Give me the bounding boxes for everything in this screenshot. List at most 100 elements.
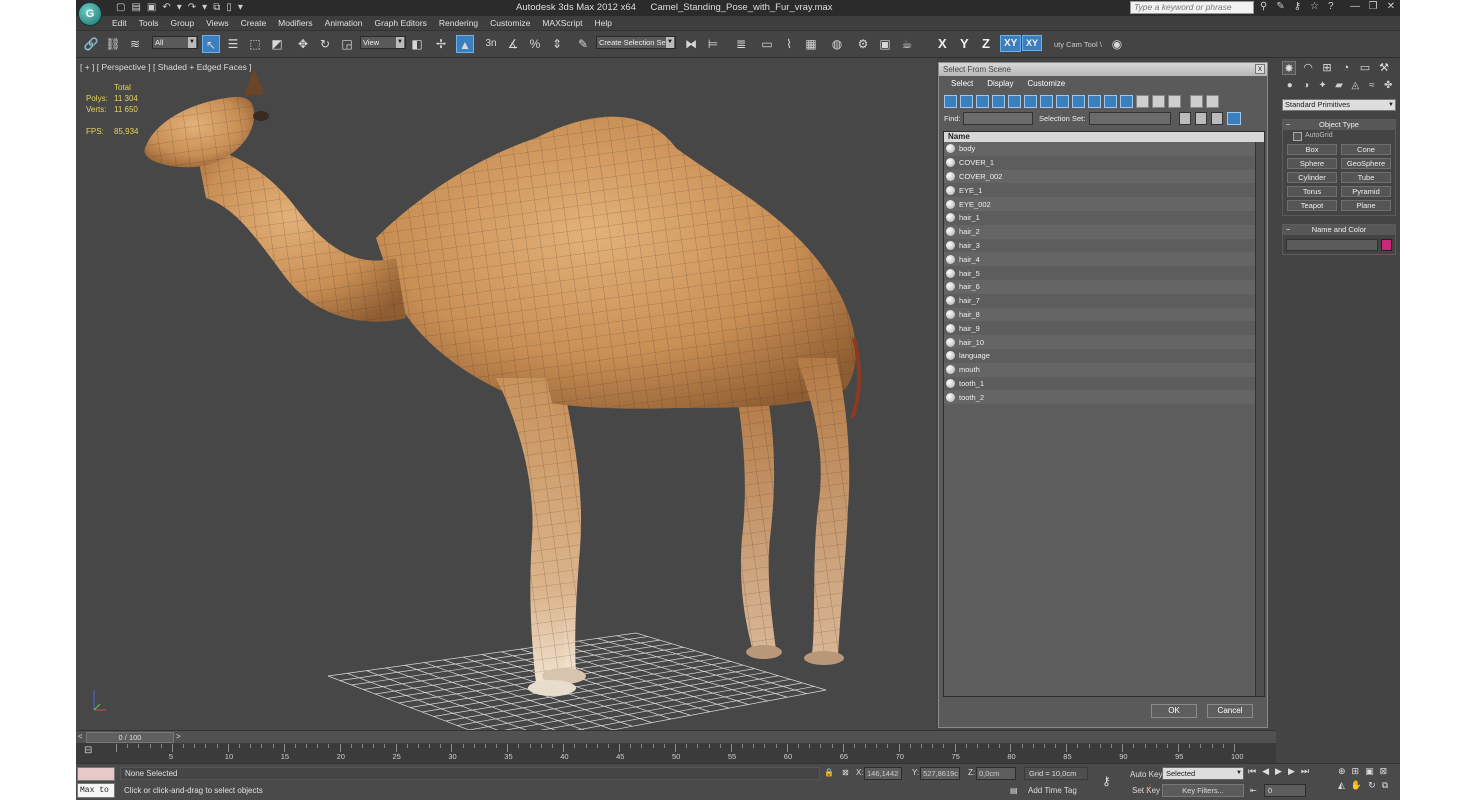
sphere-button[interactable]: Sphere xyxy=(1287,158,1337,169)
help-search-input[interactable]: Type a keyword or phrase xyxy=(1130,1,1254,14)
edit-named-selection-icon[interactable]: ✎ xyxy=(574,35,592,53)
box-button[interactable]: Box xyxy=(1287,144,1337,155)
open-mini-curve-editor-icon[interactable]: ⊟ xyxy=(84,745,92,756)
key-mode-dropdown[interactable]: Selected xyxy=(1162,767,1244,780)
tube-button[interactable]: Tube xyxy=(1341,172,1391,183)
spinner-snap-icon[interactable]: ⇕ xyxy=(548,35,566,53)
redo-dropdown-icon[interactable]: ▾ xyxy=(202,2,207,14)
pyramid-button[interactable]: Pyramid xyxy=(1341,186,1391,197)
field-of-view-icon[interactable]: ◭ xyxy=(1338,780,1345,791)
systems-icon[interactable]: ✤ xyxy=(1383,80,1394,92)
maxscript-mini-listener[interactable]: Max to xyxy=(77,783,115,798)
cancel-button[interactable]: Cancel xyxy=(1207,704,1253,718)
select-object-icon[interactable]: ↖ xyxy=(202,35,220,53)
autogrid-checkbox[interactable]: AutoGrid xyxy=(1283,130,1395,142)
cam-tool-label[interactable]: uty Cam Tool \ xyxy=(1054,40,1102,49)
plane-xy-cycle-button[interactable]: XY xyxy=(1022,35,1043,51)
create-tab-icon[interactable]: ✸ xyxy=(1282,61,1296,75)
selection-lock-icon[interactable]: 🔒 xyxy=(824,768,834,777)
hierarchy-icon[interactable] xyxy=(1206,94,1219,108)
orbit-icon[interactable]: ↻ xyxy=(1368,780,1376,791)
hold-icon[interactable]: ⧉ xyxy=(213,2,220,14)
rendered-frame-window-icon[interactable]: ▣ xyxy=(876,35,894,53)
cone-button[interactable]: Cone xyxy=(1341,144,1391,155)
display-xrefs-icon[interactable] xyxy=(1056,94,1069,108)
list-item[interactable]: body xyxy=(944,142,1264,156)
list-item[interactable]: COVER_1 xyxy=(944,156,1264,170)
display-hidden-icon[interactable] xyxy=(1120,94,1133,108)
next-frame-icon[interactable]: ▶ xyxy=(1288,766,1295,777)
link-icon[interactable]: 🔗 xyxy=(82,35,100,53)
geosphere-button[interactable]: GeoSphere xyxy=(1341,158,1391,169)
teapot-button[interactable]: Teapot xyxy=(1287,200,1337,211)
dialog-menu-select[interactable]: Select xyxy=(951,76,973,92)
ribbon-icon[interactable]: ▭ xyxy=(758,35,776,53)
schematic-view-icon[interactable]: ▦ xyxy=(802,35,820,53)
maximize-viewport-icon[interactable]: ⧉ xyxy=(1382,780,1388,791)
column-header-name[interactable]: Name xyxy=(944,132,1264,142)
angle-snap-icon[interactable]: ∡ xyxy=(504,35,522,53)
x-coordinate-field[interactable]: 146,1442 xyxy=(864,767,902,780)
key-filters-icon[interactable]: ╱ xyxy=(1146,784,1151,793)
time-tag-icon[interactable]: ▤ xyxy=(1010,786,1018,795)
selection-filter-dropdown[interactable]: All xyxy=(152,36,198,49)
display-shapes-icon[interactable] xyxy=(960,94,973,108)
unlink-icon[interactable]: ⛓ xyxy=(104,35,122,53)
utilities-tab-icon[interactable]: ⚒ xyxy=(1377,61,1391,75)
zoom-extents-icon[interactable]: ▣ xyxy=(1365,766,1374,777)
move-icon[interactable]: ✥ xyxy=(294,35,312,53)
modify-tab-icon[interactable]: ◠ xyxy=(1301,61,1315,75)
select-none-icon[interactable] xyxy=(1195,112,1207,125)
hierarchy-tab-icon[interactable]: ⊞ xyxy=(1320,61,1334,75)
display-geometry-icon[interactable] xyxy=(944,94,957,108)
percent-snap-icon[interactable]: % xyxy=(526,35,544,53)
undo-dropdown-icon[interactable]: ▾ xyxy=(177,2,182,14)
align-icon[interactable]: ⊨ xyxy=(704,35,722,53)
menu-customize[interactable]: Customize xyxy=(490,16,530,30)
list-item[interactable]: hair_2 xyxy=(944,224,1264,239)
viewport-label[interactable]: [ + ] [ Perspective ] [ Shaded + Edged F… xyxy=(80,62,252,72)
binoculars-icon[interactable]: ⚲ xyxy=(1260,1,1267,12)
display-lights-icon[interactable] xyxy=(976,94,989,108)
key-icon[interactable]: ⚷ xyxy=(1294,1,1301,12)
minimize-icon[interactable]: — xyxy=(1346,0,1364,14)
plane-xy-button[interactable]: XY xyxy=(1000,35,1022,52)
star-icon[interactable]: ☆ xyxy=(1310,1,1319,12)
go-to-end-icon[interactable]: ⏭ xyxy=(1301,766,1309,777)
list-item[interactable]: EYE_1 xyxy=(944,183,1264,197)
zoom-icon[interactable]: ⊕ xyxy=(1338,766,1346,777)
axis-z-button[interactable]: Z xyxy=(982,36,990,51)
select-manipulate-icon[interactable]: ✢ xyxy=(432,35,450,53)
list-scrollbar[interactable] xyxy=(1255,142,1264,696)
selection-set-dropdown[interactable] xyxy=(1089,112,1171,125)
primitive-category-dropdown[interactable]: Standard Primitives xyxy=(1282,99,1396,111)
select-all-icon[interactable] xyxy=(1179,112,1191,125)
camel-model[interactable] xyxy=(76,58,936,730)
bind-spacewarp-icon[interactable]: ≋ xyxy=(126,35,144,53)
keyboard-shortcut-override-icon[interactable]: ▲ xyxy=(456,35,474,53)
plane-button[interactable]: Plane xyxy=(1341,200,1391,211)
cylinder-button[interactable]: Cylinder xyxy=(1287,172,1337,183)
list-item[interactable]: hair_5 xyxy=(944,266,1264,280)
list-item[interactable]: hair_4 xyxy=(944,252,1264,267)
app-logo-icon[interactable]: G xyxy=(78,2,102,26)
dialog-title-bar[interactable]: Select From Scene x xyxy=(939,63,1267,76)
previous-frame-icon[interactable]: ◀ xyxy=(1262,766,1269,777)
display-helpers-icon[interactable] xyxy=(1008,94,1021,108)
select-invert-icon[interactable] xyxy=(1211,112,1223,125)
list-item[interactable]: hair_7 xyxy=(944,294,1264,308)
motion-tab-icon[interactable]: ◔ xyxy=(1339,61,1353,75)
geometry-icon[interactable]: ● xyxy=(1284,80,1295,92)
menu-animation[interactable]: Animation xyxy=(325,16,363,30)
render-production-icon[interactable]: ☕ xyxy=(898,35,916,53)
display-containers-icon[interactable] xyxy=(1088,94,1101,108)
list-item[interactable]: tooth_2 xyxy=(944,390,1264,405)
menu-graph-editors[interactable]: Graph Editors xyxy=(374,16,426,30)
play-icon[interactable]: ▶ xyxy=(1275,766,1282,777)
cameras-icon[interactable]: ▰ xyxy=(1333,80,1344,92)
named-selection-dropdown[interactable]: Create Selection Se xyxy=(596,36,676,49)
tools-icon[interactable]: ✎ xyxy=(1276,1,1284,12)
time-slider-handle[interactable]: 0 / 100 xyxy=(86,732,174,743)
menu-edit[interactable]: Edit xyxy=(112,16,127,30)
menu-rendering[interactable]: Rendering xyxy=(439,16,478,30)
